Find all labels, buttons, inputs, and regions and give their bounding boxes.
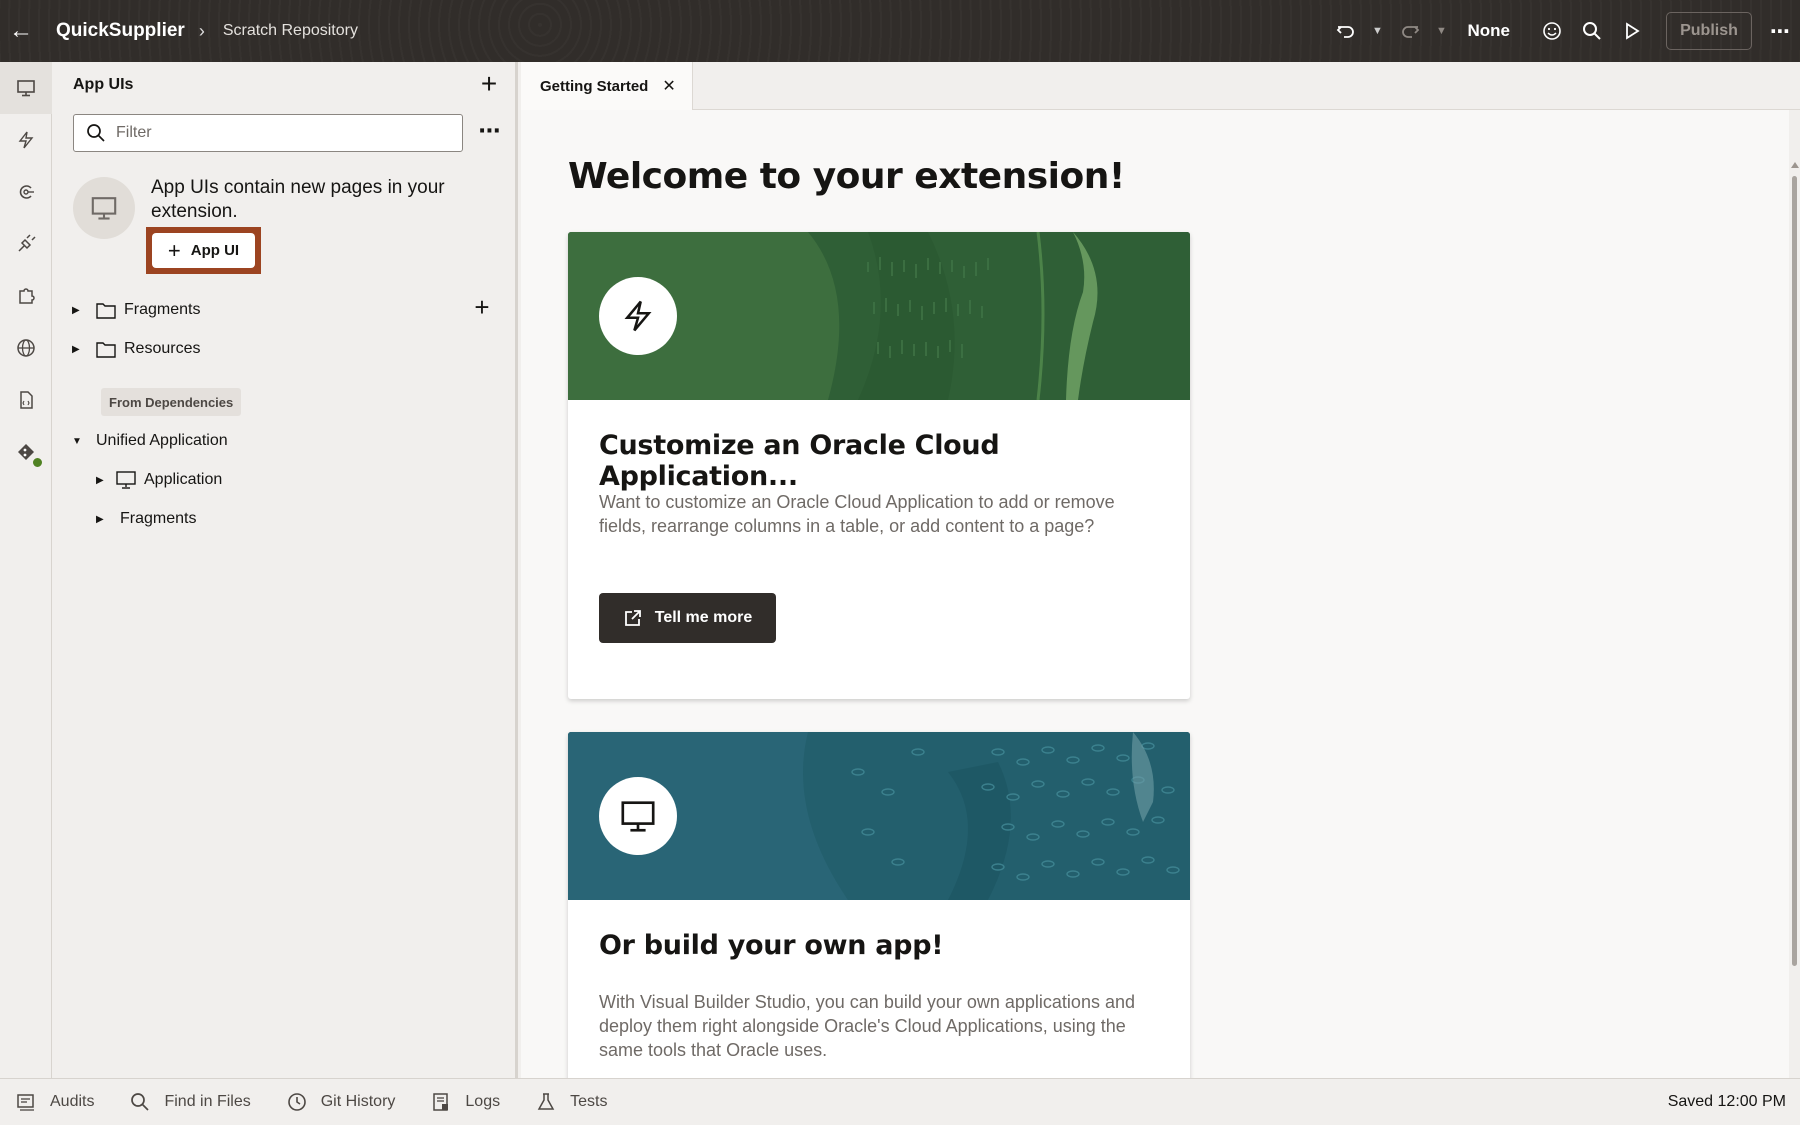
logs-tab[interactable]: Logs (431, 1092, 500, 1112)
folder-icon (96, 342, 116, 358)
tree-item-label: Fragments (124, 301, 201, 318)
add-app-ui-label: App UI (190, 242, 240, 259)
scrollbar[interactable] (1789, 110, 1800, 1078)
run-play-icon[interactable] (1612, 0, 1652, 62)
customize-card: Customize an Oracle Cloud Application...… (568, 232, 1190, 699)
breadcrumb-chevron-icon: › (198, 20, 205, 41)
tell-me-more-label: Tell me more (654, 609, 753, 626)
more-options-icon[interactable]: ⋯ (1760, 0, 1800, 62)
document-icon[interactable] (0, 374, 52, 426)
logs-label: Logs (465, 1093, 501, 1110)
filter-field[interactable] (73, 114, 463, 152)
add-app-ui-plus-icon[interactable]: + (474, 70, 504, 100)
workspace-mode-label[interactable]: None (1468, 21, 1511, 41)
navigator-more-icon[interactable]: ⋯ (474, 118, 506, 148)
service-icon[interactable] (0, 166, 52, 218)
page-title: Welcome to your extension! (568, 156, 1125, 197)
scrollbar-thumb[interactable] (1792, 176, 1797, 966)
add-fragment-plus-icon[interactable]: + (470, 294, 494, 320)
smiley-feedback-icon[interactable] (1532, 0, 1572, 62)
expand-caret-icon[interactable]: ▶ (72, 305, 86, 316)
save-status: Saved 12:00 PM (1667, 1093, 1786, 1110)
puzzle-icon[interactable] (0, 270, 52, 322)
tree-item-label: Unified Application (96, 432, 228, 449)
app-name[interactable]: QuickSupplier (56, 20, 185, 42)
empty-state-message: App UIs contain new pages in your extens… (151, 177, 445, 222)
card-title: Customize an Oracle Cloud Application... (599, 430, 1000, 492)
tell-me-more-button[interactable]: Tell me more (599, 593, 776, 643)
find-in-files-label: Find in Files (164, 1093, 251, 1110)
tests-tab[interactable]: Tests (536, 1092, 607, 1112)
undo-icon[interactable] (1326, 0, 1366, 62)
from-dependencies-badge: From Dependencies (101, 388, 242, 416)
monitor-icon (116, 471, 136, 489)
lightning-icon[interactable] (0, 114, 52, 166)
tests-label: Tests (570, 1093, 608, 1110)
git-changes-badge-icon (32, 457, 43, 468)
collapse-caret-icon[interactable]: ▼ (72, 436, 86, 447)
redo-history-caret-icon[interactable]: ▼ (1430, 0, 1454, 62)
header-actions: ▼ ▼ None Publish ⋯ (1326, 0, 1800, 62)
editor-tab-bar: Getting Started ✕ (521, 62, 1800, 110)
tab-label: Getting Started (540, 77, 649, 95)
monitor-icon (73, 177, 135, 239)
git-history-label: Git History (320, 1093, 396, 1110)
plus-icon: + (167, 237, 181, 263)
card-description: Want to customize an Oracle Cloud Applic… (599, 492, 1115, 536)
folder-icon (96, 303, 116, 319)
plug-icon[interactable] (0, 218, 52, 270)
redo-icon[interactable] (1390, 0, 1430, 62)
git-history-tab[interactable]: Git History (287, 1092, 396, 1112)
tree-item-label: Application (144, 471, 223, 488)
flask-icon (537, 1093, 555, 1110)
tree-item-application[interactable]: ▶ Application (96, 466, 222, 494)
card-title: Or build your own app! (599, 930, 944, 961)
tab-getting-started[interactable]: Getting Started ✕ (521, 62, 693, 110)
scroll-up-arrow-icon[interactable] (1791, 162, 1799, 168)
editor-area: Getting Started ✕ Welcome to your extens… (521, 62, 1800, 1078)
repository-name[interactable]: Scratch Repository (223, 22, 358, 40)
audits-icon (17, 1094, 34, 1111)
app-ui-button-highlight: + App UI (146, 227, 261, 274)
globe-icon[interactable] (0, 322, 52, 374)
expand-caret-icon[interactable]: ▶ (96, 514, 110, 525)
external-link-icon (624, 610, 641, 626)
tree-item-label: Fragments (120, 510, 197, 527)
find-in-files-tab[interactable]: Find in Files (130, 1092, 251, 1112)
publish-button[interactable]: Publish (1666, 12, 1752, 50)
lightning-icon (599, 277, 677, 355)
header-bar: ← QuickSupplier › Scratch Repository ▼ ▼… (0, 0, 1800, 62)
tree-item-fragments[interactable]: ▶ Fragments (72, 296, 200, 324)
tree-item-label: Resources (124, 340, 201, 357)
filter-input[interactable] (116, 124, 416, 142)
search-icon[interactable] (1572, 0, 1612, 62)
navigator-panel: App UIs + ⋯ App UIs contain new pages in… (52, 62, 518, 1078)
card-banner (568, 232, 1190, 400)
build-app-card: Or build your own app! With Visual Build… (568, 732, 1190, 1078)
git-icon[interactable] (0, 426, 52, 478)
monitor-icon (599, 777, 677, 855)
expand-caret-icon[interactable]: ▶ (96, 475, 110, 486)
search-icon (87, 124, 105, 142)
tree-item-dependency-fragments[interactable]: ▶ Fragments (96, 505, 196, 533)
activity-bar (0, 62, 52, 1078)
tree-item-unified-application[interactable]: ▼ Unified Application (72, 427, 228, 455)
audits-label: Audits (50, 1093, 95, 1110)
clock-icon (287, 1093, 306, 1111)
getting-started-content: Welcome to your extension! Customize an … (521, 110, 1789, 1078)
card-description: With Visual Builder Studio, you can buil… (599, 992, 1135, 1060)
search-icon (131, 1093, 150, 1111)
logs-icon (433, 1093, 449, 1111)
close-icon[interactable]: ✕ (662, 76, 675, 96)
expand-caret-icon[interactable]: ▶ (72, 344, 86, 355)
monitor-icon[interactable] (0, 62, 52, 114)
navigator-title: App UIs (73, 76, 134, 93)
audits-tab[interactable]: Audits (16, 1092, 94, 1112)
bottom-panel-bar: Audits Find in Files Git History Logs Te… (0, 1078, 1800, 1125)
tree-item-resources[interactable]: ▶ Resources (72, 335, 200, 363)
add-app-ui-button[interactable]: + App UI (152, 233, 255, 268)
card-banner (568, 732, 1190, 900)
back-arrow-icon[interactable]: ← (0, 0, 42, 62)
undo-history-caret-icon[interactable]: ▼ (1366, 0, 1390, 62)
